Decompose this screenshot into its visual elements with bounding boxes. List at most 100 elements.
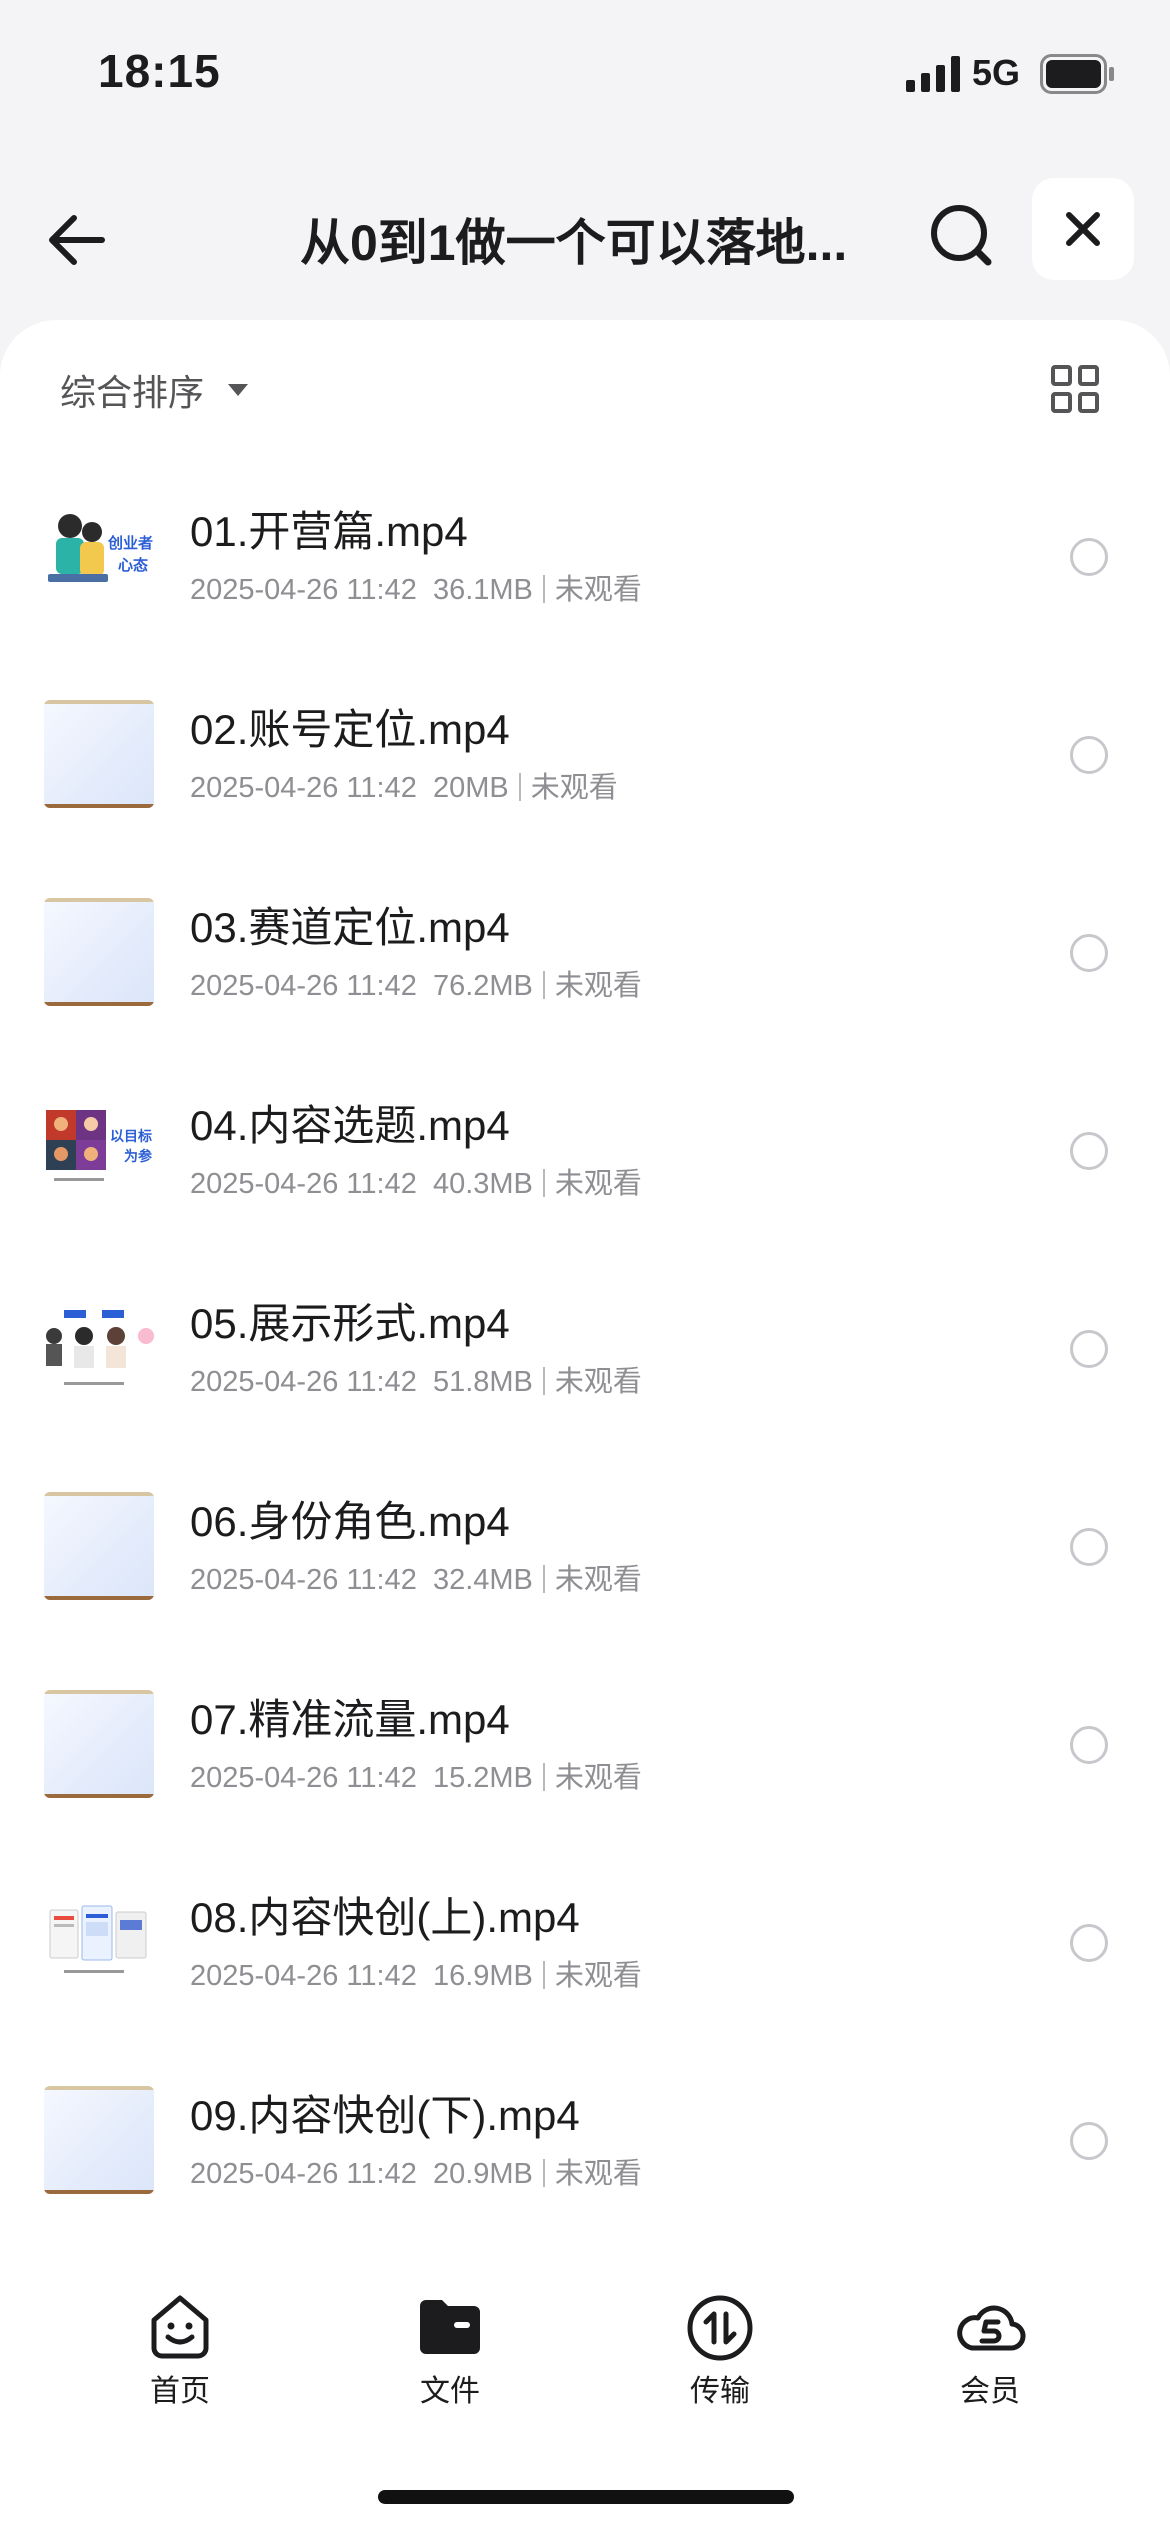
people-thumbnail-icon	[46, 1310, 154, 1385]
file-row[interactable]: 02.账号定位.mp4 2025-04-26 11:42 20MB 未观看	[0, 658, 1170, 856]
file-date: 2025-04-26 11:42	[190, 1366, 417, 1398]
search-icon	[931, 205, 992, 266]
sort-dropdown[interactable]: 综合排序	[60, 366, 249, 414]
select-radio[interactable]	[1070, 2122, 1108, 2160]
file-meta: 2025-04-26 11:42 15.2MB 未观看	[190, 1754, 642, 1796]
status-bar: 18:15 5G	[0, 0, 1170, 150]
page-title: 从0到1做一个可以落地...	[300, 215, 848, 271]
file-date: 2025-04-26 11:42	[190, 772, 417, 804]
watch-status: 未观看	[554, 1762, 642, 1794]
watch-status: 未观看	[554, 1960, 642, 1992]
watch-status: 未观看	[554, 1564, 642, 1596]
file-name: 07.精准流量.mp4	[190, 1696, 510, 1743]
search-button[interactable]	[922, 196, 1002, 276]
watch-status: 未观看	[554, 574, 642, 606]
file-meta: 2025-04-26 11:42 16.9MB 未观看	[190, 1952, 642, 1994]
file-row[interactable]: 以目标 为参 04.内容选题.mp4 2025-04-26 11:42 40.3…	[0, 1054, 1170, 1252]
watch-status: 未观看	[554, 970, 642, 1002]
watch-status: 未观看	[554, 1366, 642, 1398]
folder-icon	[420, 2300, 480, 2354]
grid-view-button[interactable]	[1050, 364, 1100, 414]
select-radio[interactable]	[1070, 736, 1108, 774]
divider	[542, 1763, 545, 1791]
transfer-icon	[687, 2295, 753, 2361]
network-label: 5G	[972, 52, 1021, 93]
caret-down-icon	[228, 384, 249, 396]
select-radio[interactable]	[1070, 1528, 1108, 1566]
file-row[interactable]: 03.赛道定位.mp4 2025-04-26 11:42 76.2MB 未观看	[0, 856, 1170, 1054]
divider	[518, 773, 521, 801]
file-size: 51.8MB	[432, 1366, 533, 1398]
video-thumbnail	[44, 1690, 154, 1798]
file-date: 2025-04-26 11:42	[190, 574, 417, 606]
divider	[542, 2159, 545, 2187]
tab-label: 传输	[690, 2375, 750, 2408]
file-meta: 2025-04-26 11:42 51.8MB 未观看	[190, 1358, 642, 1400]
video-thumbnail	[44, 1294, 154, 1402]
file-name: 08.内容快创(上).mp4	[190, 1894, 580, 1941]
tab-files[interactable]: 文件	[360, 2270, 540, 2420]
file-name: 05.展示形式.mp4	[190, 1300, 510, 1347]
file-size: 16.9MB	[432, 1960, 533, 1992]
select-radio[interactable]	[1070, 934, 1108, 972]
tab-vip[interactable]: 会员	[900, 2270, 1080, 2420]
file-meta: 2025-04-26 11:42 36.1MB 未观看	[190, 566, 642, 608]
file-date: 2025-04-26 11:42	[190, 2158, 417, 2190]
file-list: 创业者 心态 01.开营篇.mp4 2025-04-26 11:42 36.1M…	[0, 460, 1170, 2242]
file-meta: 2025-04-26 11:42 76.2MB 未观看	[190, 962, 642, 1004]
home-indicator	[378, 2490, 794, 2504]
divider	[542, 1565, 545, 1593]
tab-transfer[interactable]: 传输	[630, 2270, 810, 2420]
file-name: 06.身份角色.mp4	[190, 1498, 510, 1545]
file-row[interactable]: 创业者 心态 01.开营篇.mp4 2025-04-26 11:42 36.1M…	[0, 460, 1170, 658]
file-row[interactable]: 07.精准流量.mp4 2025-04-26 11:42 15.2MB 未观看	[0, 1648, 1170, 1846]
arrow-left-icon	[49, 215, 105, 265]
signal-icon	[906, 56, 960, 92]
file-date: 2025-04-26 11:42	[190, 1960, 417, 1992]
tab-label: 文件	[420, 2375, 480, 2408]
file-size: 40.3MB	[432, 1168, 533, 1200]
file-meta: 2025-04-26 11:42 20MB 未观看	[190, 764, 618, 806]
status-time: 18:15	[98, 45, 221, 97]
back-button[interactable]	[40, 200, 120, 280]
file-meta: 2025-04-26 11:42 20.9MB 未观看	[190, 2150, 642, 2192]
video-thumbnail	[44, 700, 154, 808]
home-face-icon	[151, 2295, 209, 2359]
watch-status: 未观看	[554, 2158, 642, 2190]
select-radio[interactable]	[1070, 1132, 1108, 1170]
file-date: 2025-04-26 11:42	[190, 1168, 417, 1200]
select-radio[interactable]	[1070, 538, 1108, 576]
file-row[interactable]: 05.展示形式.mp4 2025-04-26 11:42 51.8MB 未观看	[0, 1252, 1170, 1450]
divider	[542, 1367, 545, 1395]
battery-icon	[1040, 54, 1114, 94]
thumbnail-caption: 创业者	[108, 535, 154, 552]
file-size: 36.1MB	[432, 574, 533, 606]
video-thumbnail: 以目标 为参	[44, 1096, 154, 1204]
watch-status: 未观看	[530, 772, 618, 804]
select-radio[interactable]	[1070, 1330, 1108, 1368]
file-name: 01.开营篇.mp4	[190, 508, 468, 555]
screens-thumbnail-icon	[49, 1905, 147, 1973]
select-radio[interactable]	[1070, 1924, 1108, 1962]
file-size: 32.4MB	[432, 1564, 533, 1596]
close-button[interactable]	[1032, 178, 1134, 280]
sort-label: 综合排序	[60, 372, 205, 413]
file-row[interactable]: 08.内容快创(上).mp4 2025-04-26 11:42 16.9MB 未观…	[0, 1846, 1170, 2044]
video-thumbnail	[44, 1888, 154, 1996]
thumbnail-caption: 以目标	[110, 1128, 152, 1144]
divider	[542, 1961, 545, 1989]
file-size: 76.2MB	[432, 970, 533, 1002]
file-row[interactable]: 06.身份角色.mp4 2025-04-26 11:42 32.4MB 未观看	[0, 1450, 1170, 1648]
top-navigation-bar: 从0到1做一个可以落地...	[0, 150, 1170, 310]
vip-cloud-icon	[957, 2305, 1026, 2351]
file-size: 20MB	[432, 772, 509, 804]
grid-icon	[1051, 365, 1099, 413]
close-icon	[1066, 212, 1100, 246]
file-row[interactable]: 09.内容快创(下).mp4 2025-04-26 11:42 20.9MB 未观…	[0, 2044, 1170, 2242]
thumbnail-caption: 心态	[118, 557, 149, 574]
select-radio[interactable]	[1070, 1726, 1108, 1764]
file-name: 04.内容选题.mp4	[190, 1102, 510, 1149]
thumbnail-caption: 为参	[124, 1148, 152, 1164]
tab-home[interactable]: 首页	[90, 2270, 270, 2420]
divider	[542, 971, 545, 999]
